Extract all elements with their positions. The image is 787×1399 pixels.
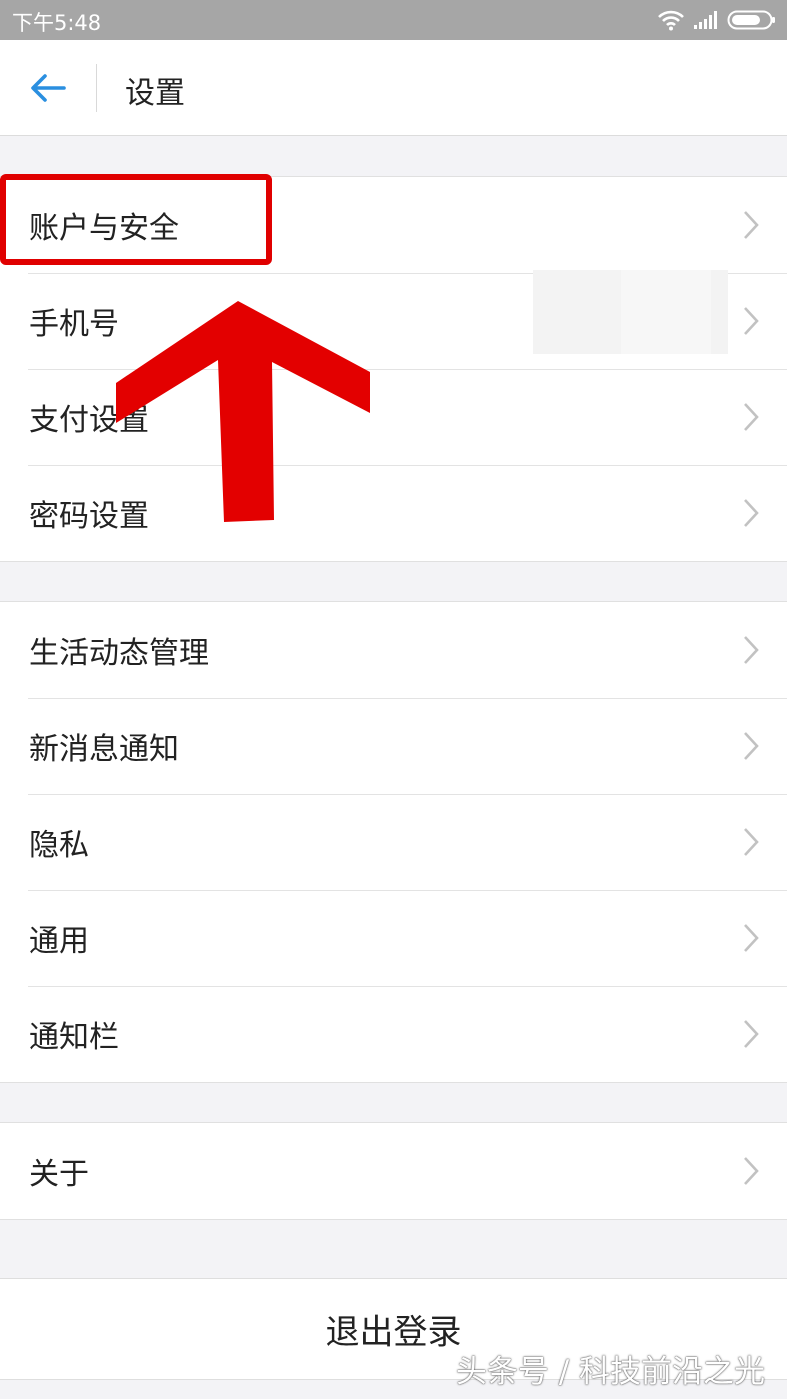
settings-item-about[interactable]: 关于 (0, 1123, 787, 1219)
settings-item-notification-bar[interactable]: 通知栏 (0, 986, 787, 1082)
settings-item-label: 手机号 (29, 307, 119, 342)
chevron-right-icon (744, 828, 759, 856)
status-icons (657, 6, 777, 34)
chevron-right-icon (744, 924, 759, 952)
settings-item-label: 通用 (29, 924, 89, 959)
settings-group-general: 生活动态管理 新消息通知 隐私 通用 通知栏 (0, 601, 787, 1083)
back-button[interactable] (22, 62, 74, 114)
settings-item-label: 账户与安全 (29, 211, 179, 246)
settings-item-label: 隐私 (29, 828, 89, 863)
settings-item-label: 支付设置 (29, 403, 149, 438)
page-title: 设置 (125, 76, 185, 111)
status-time: 下午5:48 (12, 11, 102, 35)
status-bar: 下午5:48 (0, 0, 787, 40)
settings-item-privacy[interactable]: 隐私 (0, 794, 787, 890)
wifi-icon (658, 10, 684, 31)
settings-group-about: 关于 (0, 1122, 787, 1220)
settings-item-account-security[interactable]: 账户与安全 (0, 177, 787, 273)
settings-group-account: 账户与安全 手机号 支付设置 密码设置 (0, 176, 787, 562)
chevron-right-icon (744, 499, 759, 527)
settings-item-label: 密码设置 (29, 499, 149, 534)
settings-item-general[interactable]: 通用 (0, 890, 787, 986)
chevron-right-icon (744, 1020, 759, 1048)
redacted-phone-number (533, 270, 728, 354)
chevron-right-icon (744, 1157, 759, 1185)
settings-item-moments[interactable]: 生活动态管理 (0, 602, 787, 698)
settings-item-notifications[interactable]: 新消息通知 (0, 698, 787, 794)
chevron-right-icon (744, 211, 759, 239)
signal-icon (694, 11, 717, 29)
settings-item-payment[interactable]: 支付设置 (0, 369, 787, 465)
settings-item-label: 生活动态管理 (29, 636, 209, 671)
settings-item-label: 新消息通知 (29, 732, 179, 767)
chevron-right-icon (744, 732, 759, 760)
chevron-right-icon (744, 307, 759, 335)
settings-item-label: 通知栏 (29, 1020, 119, 1055)
watermark: 头条号 / 科技前沿之光 (455, 1354, 765, 1390)
app-header: 设置 (0, 40, 787, 136)
settings-item-label: 关于 (29, 1157, 89, 1192)
chevron-right-icon (744, 403, 759, 431)
battery-icon (727, 10, 775, 30)
settings-item-password[interactable]: 密码设置 (0, 465, 787, 561)
chevron-right-icon (744, 636, 759, 664)
header-divider (96, 64, 97, 112)
back-arrow-icon (31, 74, 66, 102)
